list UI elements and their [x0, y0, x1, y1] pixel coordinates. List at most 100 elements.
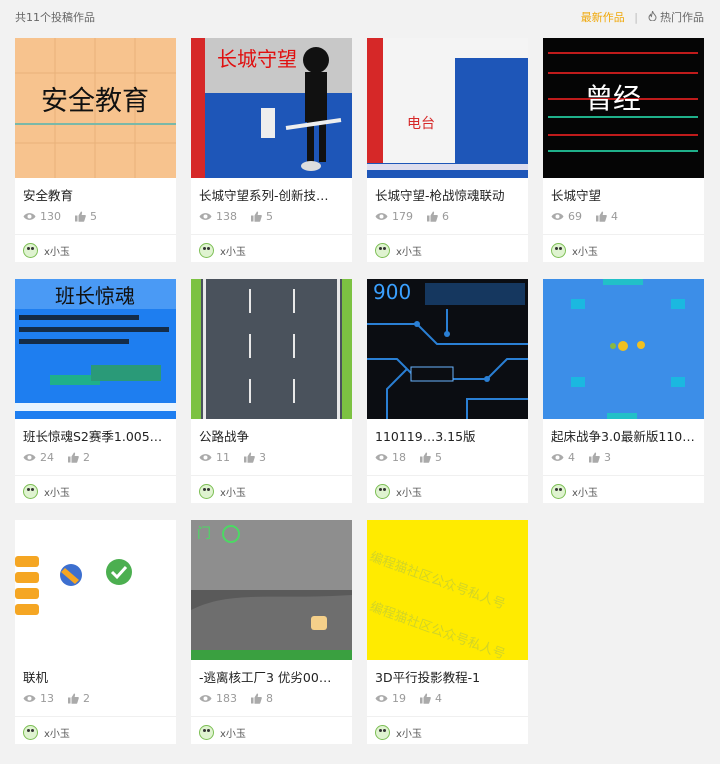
work-stats: 18 5: [375, 451, 456, 464]
author-avatar: [551, 484, 566, 499]
work-card[interactable]: 门 -逃离核工厂3 优劣00… 183 8 x小玉: [191, 520, 352, 744]
work-title[interactable]: 班长惊魂S2赛季1.005…: [23, 426, 171, 445]
work-card[interactable]: 编程猫社区公众号私人号 编程猫社区公众号私人号 3D平行投影教程-1 19 4 …: [367, 520, 528, 744]
work-card[interactable]: 联机 13 2 x小玉: [15, 520, 176, 744]
work-title[interactable]: 安全教育: [23, 185, 171, 204]
work-card[interactable]: 电台 长城守望-枪战惊魂联动 179 6 x小玉: [367, 38, 528, 262]
card-divider: [367, 475, 528, 476]
thumb-title: 曾经: [585, 82, 641, 115]
works-count-label: 共11个投稿作品: [15, 11, 95, 24]
work-card[interactable]: 起床战争3.0最新版110… 4 3 x小玉: [543, 279, 704, 503]
view-count: 179: [392, 210, 413, 223]
work-title[interactable]: 联机: [23, 667, 171, 686]
work-thumbnail[interactable]: 长城守望: [191, 38, 352, 178]
thumbs-up-icon: [251, 211, 262, 222]
thumbs-up-icon: [420, 693, 431, 704]
work-title[interactable]: -逃离核工厂3 优劣00…: [199, 667, 347, 686]
work-stats: 24 2: [23, 451, 104, 464]
like-count: 5: [266, 210, 273, 223]
author-avatar: [375, 484, 390, 499]
thumbs-up-icon: [68, 452, 79, 463]
work-thumbnail[interactable]: 安全教育: [15, 38, 176, 178]
view-count: 19: [392, 692, 406, 705]
work-author[interactable]: x小玉: [375, 725, 422, 740]
work-thumbnail[interactable]: 编程猫社区公众号私人号 编程猫社区公众号私人号: [367, 520, 528, 660]
work-thumbnail[interactable]: 电台: [367, 38, 528, 178]
work-thumbnail[interactable]: 班长惊魂: [15, 279, 176, 419]
work-stats: 183 8: [199, 692, 287, 705]
author-name: x小玉: [396, 247, 422, 258]
thumbs-up-icon: [589, 452, 600, 463]
work-thumbnail[interactable]: [15, 520, 176, 660]
view-count: 13: [40, 692, 54, 705]
thumb-title: 班长惊魂: [55, 284, 135, 308]
eye-icon: [23, 213, 36, 220]
author-name: x小玉: [572, 247, 598, 258]
card-divider: [191, 475, 352, 476]
card-divider: [191, 716, 352, 717]
work-stats: 4 3: [551, 451, 625, 464]
work-title[interactable]: 起床战争3.0最新版110…: [551, 426, 699, 445]
card-divider: [543, 234, 704, 235]
author-avatar: [375, 243, 390, 258]
eye-icon: [551, 213, 564, 220]
sort-hot-tab[interactable]: 热门作品: [660, 11, 704, 24]
sort-latest-tab[interactable]: 最新作品: [581, 11, 625, 24]
author-avatar: [23, 725, 38, 740]
author-avatar: [199, 725, 214, 740]
work-author[interactable]: x小玉: [199, 484, 246, 499]
eye-icon: [23, 695, 36, 702]
work-thumbnail[interactable]: [543, 279, 704, 419]
work-title[interactable]: 公路战争: [199, 426, 347, 445]
eye-icon: [23, 454, 36, 461]
view-count: 69: [568, 210, 582, 223]
work-stats: 69 4: [551, 210, 632, 223]
work-card[interactable]: 班长惊魂 班长惊魂S2赛季1.005… 24 2 x小玉: [15, 279, 176, 503]
author-avatar: [375, 725, 390, 740]
like-count: 6: [442, 210, 449, 223]
author-name: x小玉: [220, 247, 246, 258]
work-author[interactable]: x小玉: [375, 243, 422, 258]
eye-icon: [375, 695, 388, 702]
author-name: x小玉: [396, 488, 422, 499]
author-avatar: [23, 484, 38, 499]
author-name: x小玉: [44, 488, 70, 499]
work-title[interactable]: 长城守望-枪战惊魂联动: [375, 185, 523, 204]
work-card[interactable]: 公路战争 11 3 x小玉: [191, 279, 352, 503]
work-author[interactable]: x小玉: [375, 484, 422, 499]
work-author[interactable]: x小玉: [551, 484, 598, 499]
thumb-title: 电台: [407, 116, 435, 132]
work-card[interactable]: 安全教育 安全教育 130 5 x小玉: [15, 38, 176, 262]
author-name: x小玉: [572, 488, 598, 499]
work-card[interactable]: 曾经 长城守望 69 4 x小玉: [543, 38, 704, 262]
like-count: 4: [435, 692, 442, 705]
author-name: x小玉: [44, 247, 70, 258]
thumbs-up-icon: [596, 211, 607, 222]
work-title[interactable]: 3D平行投影教程-1: [375, 667, 523, 686]
author-name: x小玉: [220, 488, 246, 499]
author-name: x小玉: [396, 729, 422, 740]
author-name: x小玉: [44, 729, 70, 740]
work-author[interactable]: x小玉: [23, 725, 70, 740]
work-thumbnail[interactable]: [191, 279, 352, 419]
thumbs-up-icon: [75, 211, 86, 222]
work-card[interactable]: 900 110119…3.15版 18 5 x小玉: [367, 279, 528, 503]
work-title[interactable]: 长城守望: [551, 185, 699, 204]
work-author[interactable]: x小玉: [199, 243, 246, 258]
work-author[interactable]: x小玉: [23, 484, 70, 499]
work-title[interactable]: 110119…3.15版: [375, 426, 523, 445]
author-avatar: [23, 243, 38, 258]
thumb-title: 门: [197, 526, 211, 542]
work-author[interactable]: x小玉: [199, 725, 246, 740]
eye-icon: [551, 454, 564, 461]
thumb-title: 安全教育: [41, 86, 149, 117]
work-thumbnail[interactable]: 门: [191, 520, 352, 660]
work-card[interactable]: 长城守望 长城守望系列-创新技… 138 5 x小玉: [191, 38, 352, 262]
work-thumbnail[interactable]: 900: [367, 279, 528, 419]
work-author[interactable]: x小玉: [23, 243, 70, 258]
work-author[interactable]: x小玉: [551, 243, 598, 258]
work-title[interactable]: 长城守望系列-创新技…: [199, 185, 347, 204]
work-thumbnail[interactable]: 曾经: [543, 38, 704, 178]
thumbs-up-icon: [420, 452, 431, 463]
card-divider: [15, 234, 176, 235]
